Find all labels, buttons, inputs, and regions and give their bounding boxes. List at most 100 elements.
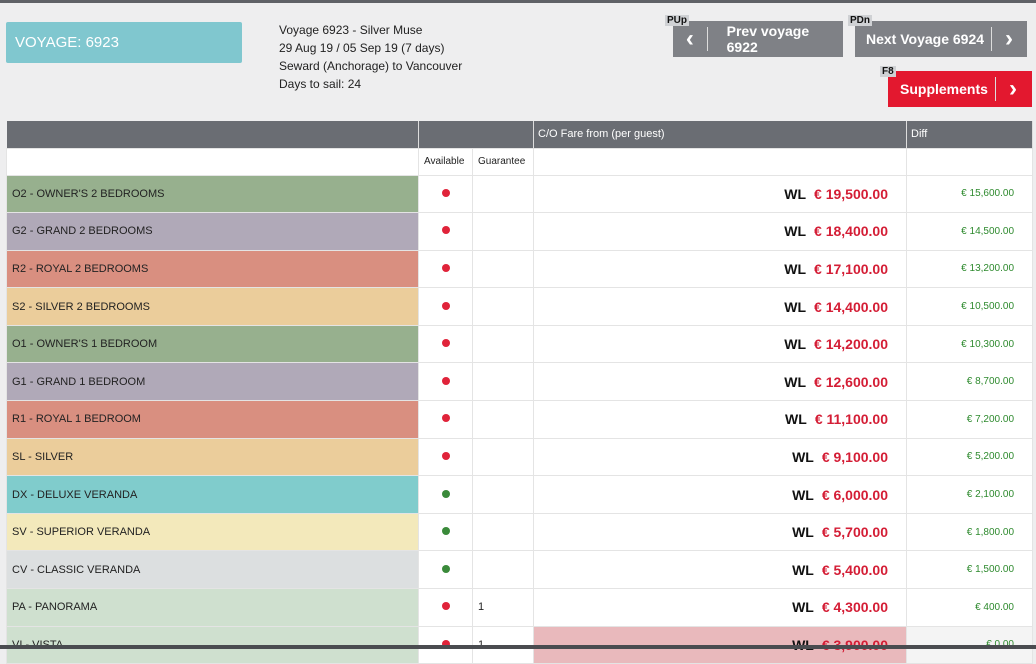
header-availability (418, 121, 534, 148)
available-cell (418, 588, 473, 627)
availability-dot-icon (441, 376, 450, 385)
table-row[interactable]: SL - SILVER WL € 9,100.00 € 5,200.00 (6, 437, 1033, 477)
waitlist-label: WL (792, 448, 814, 465)
guarantee-cell (472, 249, 534, 289)
fare-amount: € 6,000.00 (821, 486, 888, 503)
fare-amount: € 4,300.00 (821, 599, 888, 616)
fare-cell: WL € 17,100.00 (533, 249, 907, 289)
waitlist-label: WL (792, 599, 814, 616)
table-row[interactable]: PA - PANORAMA 1 WL € 4,300.00 € 400.00 (6, 588, 1033, 627)
diff-cell: € 8,700.00 (906, 362, 1033, 402)
fare-cell: WL € 9,100.00 (533, 437, 907, 477)
availability-dot-icon (441, 602, 450, 611)
availability-dot-icon (441, 564, 450, 573)
guarantee-cell (472, 400, 534, 439)
guarantee-cell (472, 287, 534, 326)
table-row[interactable]: SV - SUPERIOR VERANDA WL € 5,700.00 € 1,8… (6, 512, 1033, 552)
fare-cell: WL € 18,400.00 (533, 212, 907, 251)
diff-cell: € 14,500.00 (906, 212, 1033, 251)
table-row[interactable]: O2 - OWNER'S 2 BEDROOMS WL € 19,500.00 € … (6, 174, 1033, 214)
guarantee-cell (472, 362, 534, 402)
available-cell (418, 324, 473, 364)
cabin-category: R2 - ROYAL 2 BEDROOMS (6, 249, 419, 289)
pup-key-hint: PUp (665, 15, 689, 26)
cabin-category: DX - DELUXE VERANDA (6, 475, 419, 514)
header-category (6, 121, 419, 148)
table-row[interactable]: S2 - SILVER 2 BEDROOMS WL € 14,400.00 € 1… (6, 287, 1033, 326)
waitlist-label: WL (784, 373, 807, 390)
cabin-category: SV - SUPERIOR VERANDA (6, 512, 419, 552)
chevron-right-icon: › (1009, 75, 1017, 102)
pdn-key-hint: PDn (848, 15, 872, 26)
fare-amount: € 11,100.00 (814, 411, 888, 428)
fare-amount: € 19,500.00 (814, 185, 888, 202)
available-cell (418, 400, 473, 439)
guarantee-cell (472, 512, 534, 552)
table-row[interactable]: R2 - ROYAL 2 BEDROOMS WL € 17,100.00 € 13… (6, 249, 1033, 289)
prev-voyage-button[interactable]: ‹ Prev voyage 6922 (673, 21, 843, 57)
guarantee-cell (472, 324, 534, 364)
voyage-route: Seward (Anchorage) to Vancouver (279, 59, 463, 73)
prev-voyage-label: Prev voyage 6922 (726, 23, 810, 55)
available-cell (418, 512, 473, 552)
fare-cell: WL € 6,000.00 (533, 475, 907, 514)
table-row[interactable]: G2 - GRAND 2 BEDROOMS WL € 18,400.00 € 14… (6, 212, 1033, 251)
guarantee-cell (472, 212, 534, 251)
cabin-category: CV - CLASSIC VERANDA (6, 550, 419, 590)
fare-cell: WL € 14,200.00 (533, 324, 907, 364)
header-fare: C/O Fare from (per guest) (533, 121, 907, 148)
cabin-category: G1 - GRAND 1 BEDROOM (6, 362, 419, 402)
table-row[interactable]: O1 - OWNER'S 1 BEDROOM WL € 14,200.00 € 1… (6, 324, 1033, 364)
cabin-category: SL - SILVER (6, 437, 419, 477)
chevron-left-icon: ‹ (685, 25, 694, 52)
next-voyage-label: Next Voyage 6924 (866, 31, 985, 47)
waitlist-label: WL (784, 260, 807, 277)
voyage-badge: VOYAGE: 6923 (6, 22, 242, 63)
cabin-category: O2 - OWNER'S 2 BEDROOMS (6, 174, 419, 214)
available-cell (418, 249, 473, 289)
diff-cell: € 1,500.00 (906, 550, 1033, 590)
fare-amount: € 5,700.00 (821, 524, 888, 541)
diff-cell: € 2,100.00 (906, 475, 1033, 514)
fare-cell: WL € 11,100.00 (533, 400, 907, 439)
diff-cell: € 400.00 (906, 588, 1033, 627)
table-row[interactable]: DX - DELUXE VERANDA WL € 6,000.00 € 2,100… (6, 475, 1033, 514)
cabin-category: G2 - GRAND 2 BEDROOMS (6, 212, 419, 251)
availability-dot-icon (441, 339, 450, 348)
waitlist-label: WL (784, 298, 807, 315)
supplements-button[interactable]: Supplements › (888, 71, 1032, 107)
fare-amount: € 12,600.00 (814, 373, 888, 390)
waitlist-label: WL (785, 411, 807, 428)
availability-dot-icon (441, 226, 450, 235)
available-cell (418, 550, 473, 590)
diff-cell: € 10,300.00 (906, 324, 1033, 364)
available-cell (418, 475, 473, 514)
cabin-category: R1 - ROYAL 1 BEDROOM (6, 400, 419, 439)
table-row[interactable]: R1 - ROYAL 1 BEDROOM WL € 11,100.00 € 7,2… (6, 400, 1033, 439)
header-diff: Diff (906, 121, 1033, 148)
available-cell (418, 212, 473, 251)
table-row[interactable]: CV - CLASSIC VERANDA WL € 5,400.00 € 1,50… (6, 550, 1033, 590)
availability-dot-icon (441, 489, 450, 498)
fare-cell: WL € 5,400.00 (533, 550, 907, 590)
availability-dot-icon (441, 414, 450, 423)
cabin-category: O1 - OWNER'S 1 BEDROOM (6, 324, 419, 364)
next-voyage-button[interactable]: Next Voyage 6924 › (855, 21, 1027, 57)
fare-amount: € 18,400.00 (814, 223, 888, 240)
diff-cell: € 13,200.00 (906, 249, 1033, 289)
waitlist-label: WL (784, 223, 807, 240)
guarantee-cell (472, 475, 534, 514)
availability-dot-icon (441, 188, 450, 197)
diff-cell: € 7,200.00 (906, 400, 1033, 439)
availability-dot-icon (441, 527, 450, 536)
waitlist-label: WL (784, 185, 807, 202)
waitlist-label: WL (792, 486, 814, 503)
chevron-right-icon: › (1005, 25, 1013, 52)
waitlist-label: WL (792, 524, 814, 541)
table-row[interactable]: G1 - GRAND 1 BEDROOM WL € 12,600.00 € 8,7… (6, 362, 1033, 402)
fare-cell: WL € 14,400.00 (533, 287, 907, 326)
waitlist-label: WL (792, 561, 814, 578)
diff-cell: € 15,600.00 (906, 174, 1033, 214)
voyage-info: Voyage 6923 - Silver Muse 29 Aug 19 / 05… (279, 21, 462, 93)
guarantee-cell: 1 (472, 588, 534, 627)
